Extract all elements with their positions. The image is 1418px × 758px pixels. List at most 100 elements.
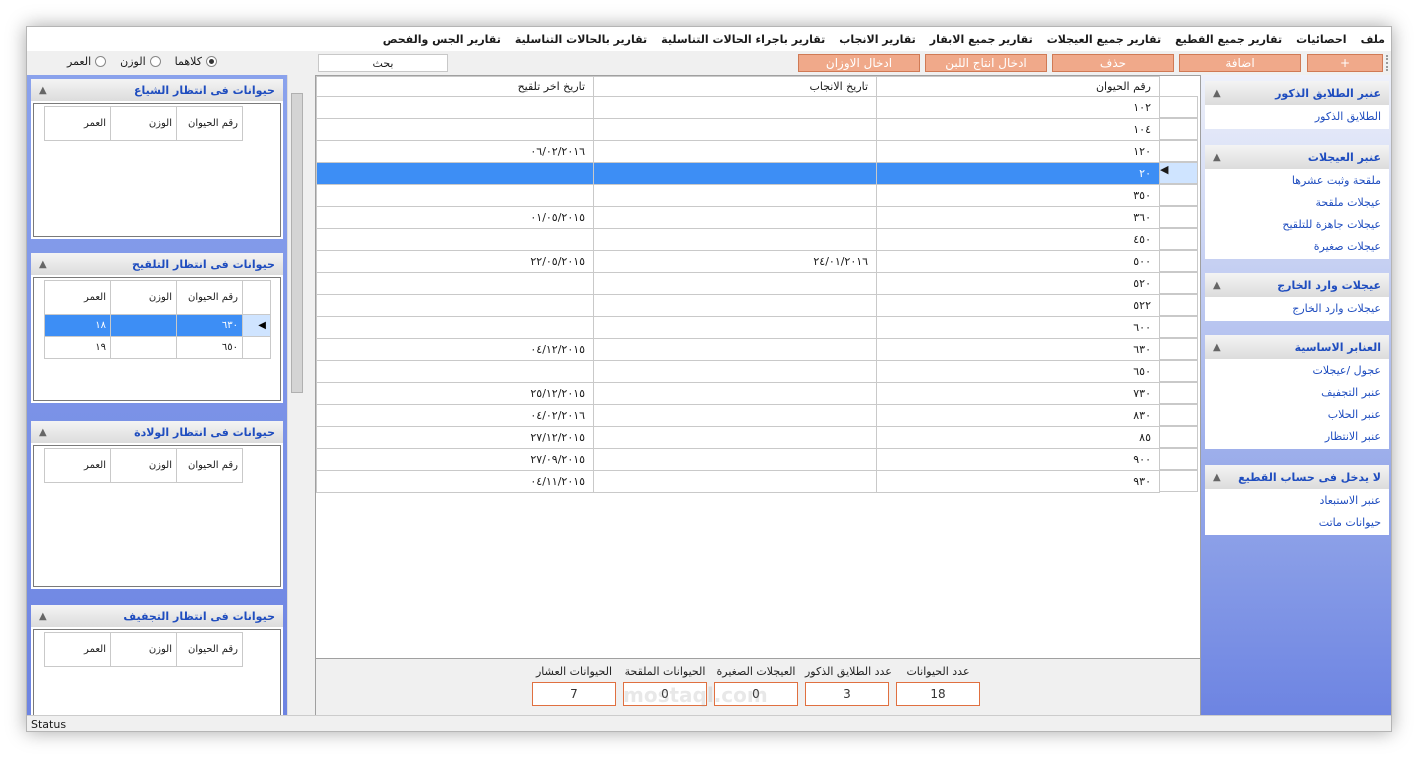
table-row[interactable]: ٩٠٠ ٢٧/٠٩/٢٠١٥	[316, 448, 1160, 471]
cell[interactable]	[593, 96, 878, 119]
cell[interactable]	[593, 470, 878, 493]
add-button[interactable]: +	[1307, 54, 1383, 72]
nav-item-drying-barn[interactable]: عنبر التجفيف	[1205, 381, 1389, 403]
table-row[interactable]: ٦٥٠	[316, 360, 1160, 383]
table-row[interactable]: ٨٣٠ ٠٤/٠٢/٢٠١٦	[316, 404, 1160, 427]
cell[interactable]	[593, 448, 878, 471]
collapse-icon[interactable]: ▲	[1213, 88, 1221, 99]
nav-group-header[interactable]: عنبر العيجلات ▲	[1205, 145, 1389, 169]
menu-palpation-reports[interactable]: تقارير الجس والفحص	[383, 33, 501, 46]
col-header[interactable]: الوزن	[110, 448, 177, 483]
col-header[interactable]: العمر	[44, 280, 111, 315]
table-row[interactable]: ٣٥٠	[316, 184, 1160, 207]
scroll-thumb[interactable]	[291, 93, 303, 393]
cell[interactable]: ٥٠٠	[876, 250, 1160, 273]
nav-item-milking-barn[interactable]: عنبر الحلاب	[1205, 403, 1389, 425]
cell[interactable]: ٢٧/٠٩/٢٠١٥	[316, 448, 595, 471]
collapse-icon[interactable]: ▲	[39, 259, 47, 270]
radio-age-dot[interactable]	[95, 56, 107, 67]
search-input[interactable]: بحث	[318, 54, 448, 72]
table-row[interactable]: ٢٠	[316, 162, 1160, 185]
table-row[interactable]: ٦٠٠	[316, 316, 1160, 339]
table-row[interactable]: ١٠٤	[316, 118, 1160, 141]
enter-milk-button[interactable]: ادخال انتاج اللبن	[925, 54, 1047, 72]
table-row[interactable]: ٦٥٠ ١٩	[44, 336, 271, 359]
cell[interactable]: ٣٦٠	[876, 206, 1160, 229]
cell[interactable]	[593, 338, 878, 361]
collapse-icon[interactable]: ▲	[39, 85, 47, 96]
col-header[interactable]: رقم الحيوان	[176, 280, 243, 315]
toolbar-grip[interactable]	[1386, 55, 1389, 71]
cell[interactable]	[316, 360, 595, 383]
nav-item-young-heifers[interactable]: عيجلات صغيرة	[1205, 235, 1389, 257]
collapse-icon[interactable]: ▲	[39, 427, 47, 438]
cell[interactable]	[316, 118, 595, 141]
cell[interactable]: ٠٤/١٢/٢٠١٥	[316, 338, 595, 361]
cell[interactable]	[593, 316, 878, 339]
collapse-icon[interactable]: ▲	[39, 611, 47, 622]
table-row[interactable]: ٥٠٠ ٢٤/٠١/٢٠١٦ ٢٢/٠٥/٢٠١٥	[316, 250, 1160, 273]
nav-group-header[interactable]: عنبر الطلايق الذكور ▲	[1205, 81, 1389, 105]
table-row[interactable]: ١٠٢	[316, 96, 1160, 119]
cell[interactable]	[316, 272, 595, 295]
collapse-icon[interactable]: ▲	[1213, 152, 1221, 163]
nav-item-imported[interactable]: عيجلات وارد الخارج	[1205, 297, 1389, 319]
cell[interactable]: ١٢٠	[876, 140, 1160, 163]
cell[interactable]: ٦٥٠	[176, 336, 243, 359]
cell[interactable]	[593, 294, 878, 317]
col-header[interactable]: الوزن	[110, 280, 177, 315]
cell[interactable]: ٦٣٠	[876, 338, 1160, 361]
col-header[interactable]: الوزن	[110, 106, 177, 141]
table-row[interactable]: ٩٣٠ ٠٤/١١/٢٠١٥	[316, 470, 1160, 493]
nav-item-ready-insemination[interactable]: عيجلات جاهزة للتلقيح	[1205, 213, 1389, 235]
radio-both[interactable]: كلاهما	[175, 55, 217, 68]
cell[interactable]	[316, 184, 595, 207]
cell[interactable]: ٥٢٢	[876, 294, 1160, 317]
cell[interactable]: ١٨	[44, 314, 111, 337]
cell[interactable]	[316, 294, 595, 317]
cell[interactable]	[316, 316, 595, 339]
nav-item-confirmed-pregnant[interactable]: ملقحة وثبت عشرها	[1205, 169, 1389, 191]
table-row[interactable]: ١٢٠ ٠٦/٠٢/٢٠١٦	[316, 140, 1160, 163]
panel-header[interactable]: حيوانات فى انتظار الشياع ▲	[31, 79, 283, 101]
cell[interactable]	[593, 184, 878, 207]
collapse-icon[interactable]: ▲	[1213, 472, 1221, 483]
col-header[interactable]: العمر	[44, 448, 111, 483]
cell[interactable]: ٣٥٠	[876, 184, 1160, 207]
menu-calving-reports[interactable]: تقارير الانجاب	[839, 33, 916, 46]
nav-group-header[interactable]: العنابر الاساسية ▲	[1205, 335, 1389, 359]
cell[interactable]	[593, 228, 878, 251]
table-row[interactable]: ٣٦٠ ٠١/٠٥/٢٠١٥	[316, 206, 1160, 229]
cell[interactable]: ٦٠٠	[876, 316, 1160, 339]
col-header[interactable]: رقم الحيوان	[176, 448, 243, 483]
table-row[interactable]: ◀ ٦٣٠ ١٨	[44, 314, 271, 337]
cell[interactable]	[593, 272, 878, 295]
cell[interactable]	[110, 336, 177, 359]
cell[interactable]: ١٠٢	[876, 96, 1160, 119]
left-scrollbar[interactable]	[287, 75, 305, 715]
menu-repro-status-reports[interactable]: تقارير بالحالات التناسلية	[515, 33, 647, 46]
nav-item-inseminated[interactable]: عيجلات ملقحة	[1205, 191, 1389, 213]
enter-weights-button[interactable]: ادخال الاوزان	[798, 54, 920, 72]
nav-item-waiting-barn[interactable]: عنبر الانتظار	[1205, 425, 1389, 447]
table-row[interactable]: ٤٥٠	[316, 228, 1160, 251]
cell[interactable]	[593, 360, 878, 383]
cell[interactable]	[316, 228, 595, 251]
cell[interactable]: ٠٤/٠٢/٢٠١٦	[316, 404, 595, 427]
table-row[interactable]: ٥٢٠	[316, 272, 1160, 295]
cell[interactable]	[593, 404, 878, 427]
cell[interactable]: ٤٥٠	[876, 228, 1160, 251]
cell[interactable]: ٢٢/٠٥/٢٠١٥	[316, 250, 595, 273]
cell[interactable]: ٦٥٠	[876, 360, 1160, 383]
cell[interactable]: ٩٣٠	[876, 470, 1160, 493]
nav-group-header[interactable]: لا يدخل فى حساب القطيع ▲	[1205, 465, 1389, 489]
collapse-icon[interactable]: ▲	[1213, 342, 1221, 353]
cell[interactable]: ١٠٤	[876, 118, 1160, 141]
menu-heifer-reports[interactable]: تقارير جميع العيجلات	[1047, 33, 1161, 46]
cell[interactable]	[593, 162, 878, 185]
col-header-last-insemination[interactable]: تاريخ اخر تلقيح	[316, 76, 595, 97]
cell[interactable]: ٠٤/١١/٢٠١٥	[316, 470, 595, 493]
table-row[interactable]: ٥٢٢	[316, 294, 1160, 317]
cell[interactable]: ٨٣٠	[876, 404, 1160, 427]
radio-weight-dot[interactable]	[149, 56, 161, 67]
